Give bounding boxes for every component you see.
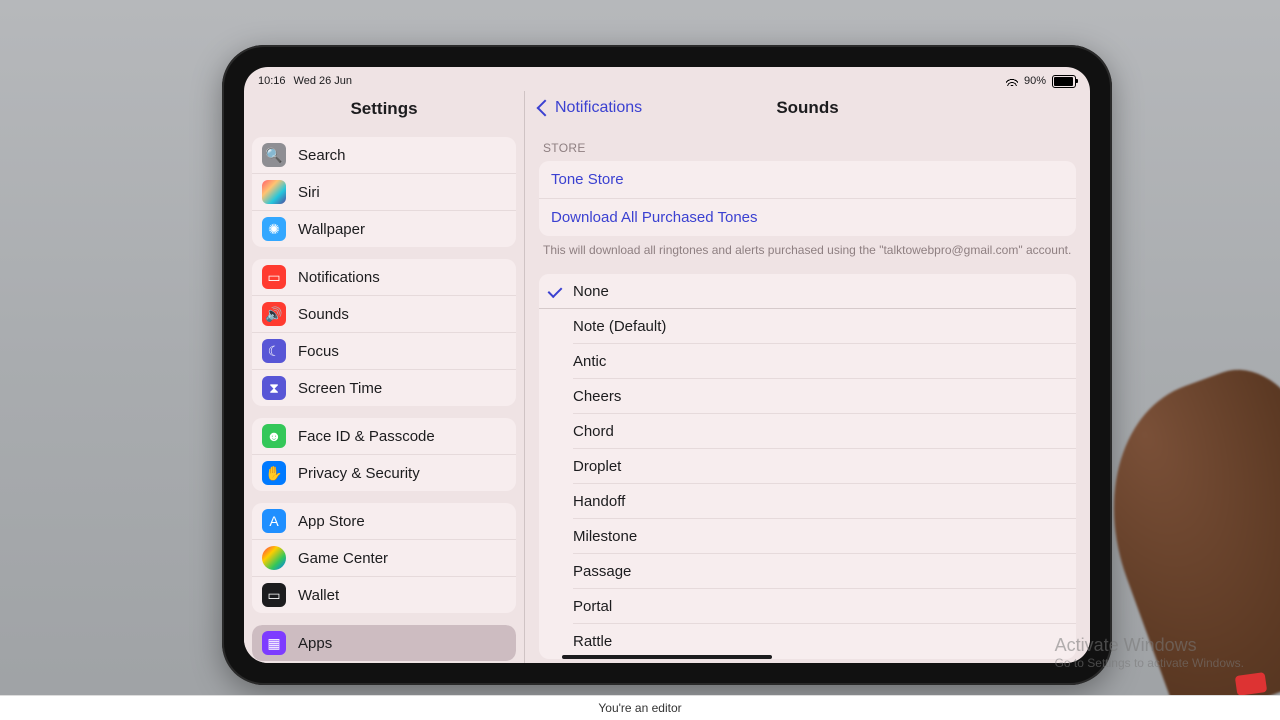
app-store-icon: A [262, 509, 286, 533]
download-all-link[interactable]: Download All Purchased Tones [539, 198, 1076, 236]
sidebar-item-label: Game Center [298, 550, 388, 567]
sidebar-title: Settings [244, 91, 524, 131]
tone-row[interactable]: Handoff [539, 484, 1076, 519]
sidebar-item-label: Siri [298, 184, 320, 201]
detail-scroll[interactable]: STORE Tone Store Download All Purchased … [525, 127, 1090, 663]
tone-label: Note (Default) [573, 318, 666, 335]
home-indicator[interactable] [562, 655, 772, 659]
section-header-store: STORE [543, 141, 1072, 155]
tone-row[interactable]: Milestone [539, 519, 1076, 554]
sidebar-item-search[interactable]: 🔍 Search [252, 137, 516, 173]
corner-chip [1235, 672, 1267, 696]
caption-bar: You're an editor [0, 695, 1280, 720]
tone-row[interactable]: Chord [539, 414, 1076, 449]
battery-icon [1052, 75, 1076, 88]
back-label: Notifications [555, 99, 642, 117]
tone-row[interactable]: None [539, 274, 1076, 309]
tone-label: Droplet [573, 458, 621, 475]
siri-icon [262, 180, 286, 204]
tone-label: Rattle [573, 633, 612, 650]
sidebar-group: A App Store Game Center ▭ Wallet [252, 503, 516, 613]
detail-pane: Notifications Sounds STORE Tone Store Do… [525, 91, 1090, 663]
tone-row[interactable]: Note (Default) [539, 308, 1076, 344]
tone-row[interactable]: Passage [539, 554, 1076, 589]
sounds-icon: 🔊 [262, 302, 286, 326]
tone-label: Handoff [573, 493, 625, 510]
apps-icon: ▦ [262, 631, 286, 655]
sidebar-item-label: Focus [298, 343, 339, 360]
tone-label: Chord [573, 423, 614, 440]
sidebar-group: ☻ Face ID & Passcode ✋ Privacy & Securit… [252, 418, 516, 491]
store-footer-note: This will download all ringtones and ale… [543, 242, 1072, 258]
privacy-icon: ✋ [262, 461, 286, 485]
sidebar-item-label: Apps [298, 635, 332, 652]
tone-row[interactable]: Droplet [539, 449, 1076, 484]
tone-list: None Note (Default) Antic Cheers Chord Drople… [539, 274, 1076, 659]
tone-row[interactable]: Rattle [539, 624, 1076, 659]
chevron-left-icon [537, 100, 554, 117]
tone-label: Portal [573, 598, 612, 615]
tone-label: None [573, 283, 609, 300]
screen: 10:16 Wed 26 Jun 90% Settings 🔍 Search [244, 67, 1090, 663]
store-card: Tone Store Download All Purchased Tones [539, 161, 1076, 236]
sidebar-item-screen-time[interactable]: ⧗ Screen Time [252, 369, 516, 406]
sidebar-item-label: Sounds [298, 306, 349, 323]
status-bar: 10:16 Wed 26 Jun 90% [244, 67, 1090, 91]
sidebar-item-faceid[interactable]: ☻ Face ID & Passcode [252, 418, 516, 454]
sidebar-scroll[interactable]: 🔍 Search Siri ✺ Wallpaper [244, 131, 524, 663]
tone-label: Cheers [573, 388, 621, 405]
screen-time-icon: ⧗ [262, 376, 286, 400]
sidebar-item-privacy[interactable]: ✋ Privacy & Security [252, 454, 516, 491]
settings-sidebar: Settings 🔍 Search Siri ✺ Wal [244, 91, 525, 663]
sidebar-item-wallpaper[interactable]: ✺ Wallpaper [252, 210, 516, 247]
tone-label: Milestone [573, 528, 637, 545]
sidebar-item-sounds[interactable]: 🔊 Sounds [252, 295, 516, 332]
sidebar-item-label: App Store [298, 513, 365, 530]
sidebar-item-label: Notifications [298, 269, 380, 286]
game-center-icon [262, 546, 286, 570]
tone-row[interactable]: Portal [539, 589, 1076, 624]
tablet-frame: 10:16 Wed 26 Jun 90% Settings 🔍 Search [222, 45, 1112, 685]
sidebar-item-app-store[interactable]: A App Store [252, 503, 516, 539]
sidebar-item-game-center[interactable]: Game Center [252, 539, 516, 576]
sidebar-item-label: Wallpaper [298, 221, 365, 238]
detail-nav: Notifications Sounds [525, 91, 1090, 127]
sidebar-item-label: Wallet [298, 587, 339, 604]
search-icon: 🔍 [262, 143, 286, 167]
tone-row[interactable]: Cheers [539, 379, 1076, 414]
faceid-icon: ☻ [262, 424, 286, 448]
wallpaper-icon: ✺ [262, 217, 286, 241]
status-time: 10:16 [258, 75, 286, 87]
wifi-icon [1006, 76, 1018, 86]
tone-store-link[interactable]: Tone Store [539, 161, 1076, 198]
focus-icon: ☾ [262, 339, 286, 363]
status-date: Wed 26 Jun [294, 75, 353, 87]
sidebar-item-apps[interactable]: ▦ Apps [252, 625, 516, 661]
sidebar-item-notifications[interactable]: ▭ Notifications [252, 259, 516, 295]
sidebar-item-label: Privacy & Security [298, 465, 420, 482]
wallet-icon: ▭ [262, 583, 286, 607]
sidebar-item-siri[interactable]: Siri [252, 173, 516, 210]
sidebar-item-wallet[interactable]: ▭ Wallet [252, 576, 516, 613]
sidebar-group: ▦ Apps [252, 625, 516, 661]
sidebar-item-focus[interactable]: ☾ Focus [252, 332, 516, 369]
sidebar-item-label: Face ID & Passcode [298, 428, 435, 445]
tone-label: Passage [573, 563, 631, 580]
sidebar-group: 🔍 Search Siri ✺ Wallpaper [252, 137, 516, 247]
sidebar-group: ▭ Notifications 🔊 Sounds ☾ Focus ⧗ [252, 259, 516, 406]
sidebar-item-label: Screen Time [298, 380, 382, 397]
tone-row[interactable]: Antic [539, 344, 1076, 379]
sidebar-item-label: Search [298, 147, 346, 164]
battery-percent: 90% [1024, 75, 1046, 87]
back-button[interactable]: Notifications [539, 99, 642, 117]
notifications-icon: ▭ [262, 265, 286, 289]
tone-label: Antic [573, 353, 606, 370]
